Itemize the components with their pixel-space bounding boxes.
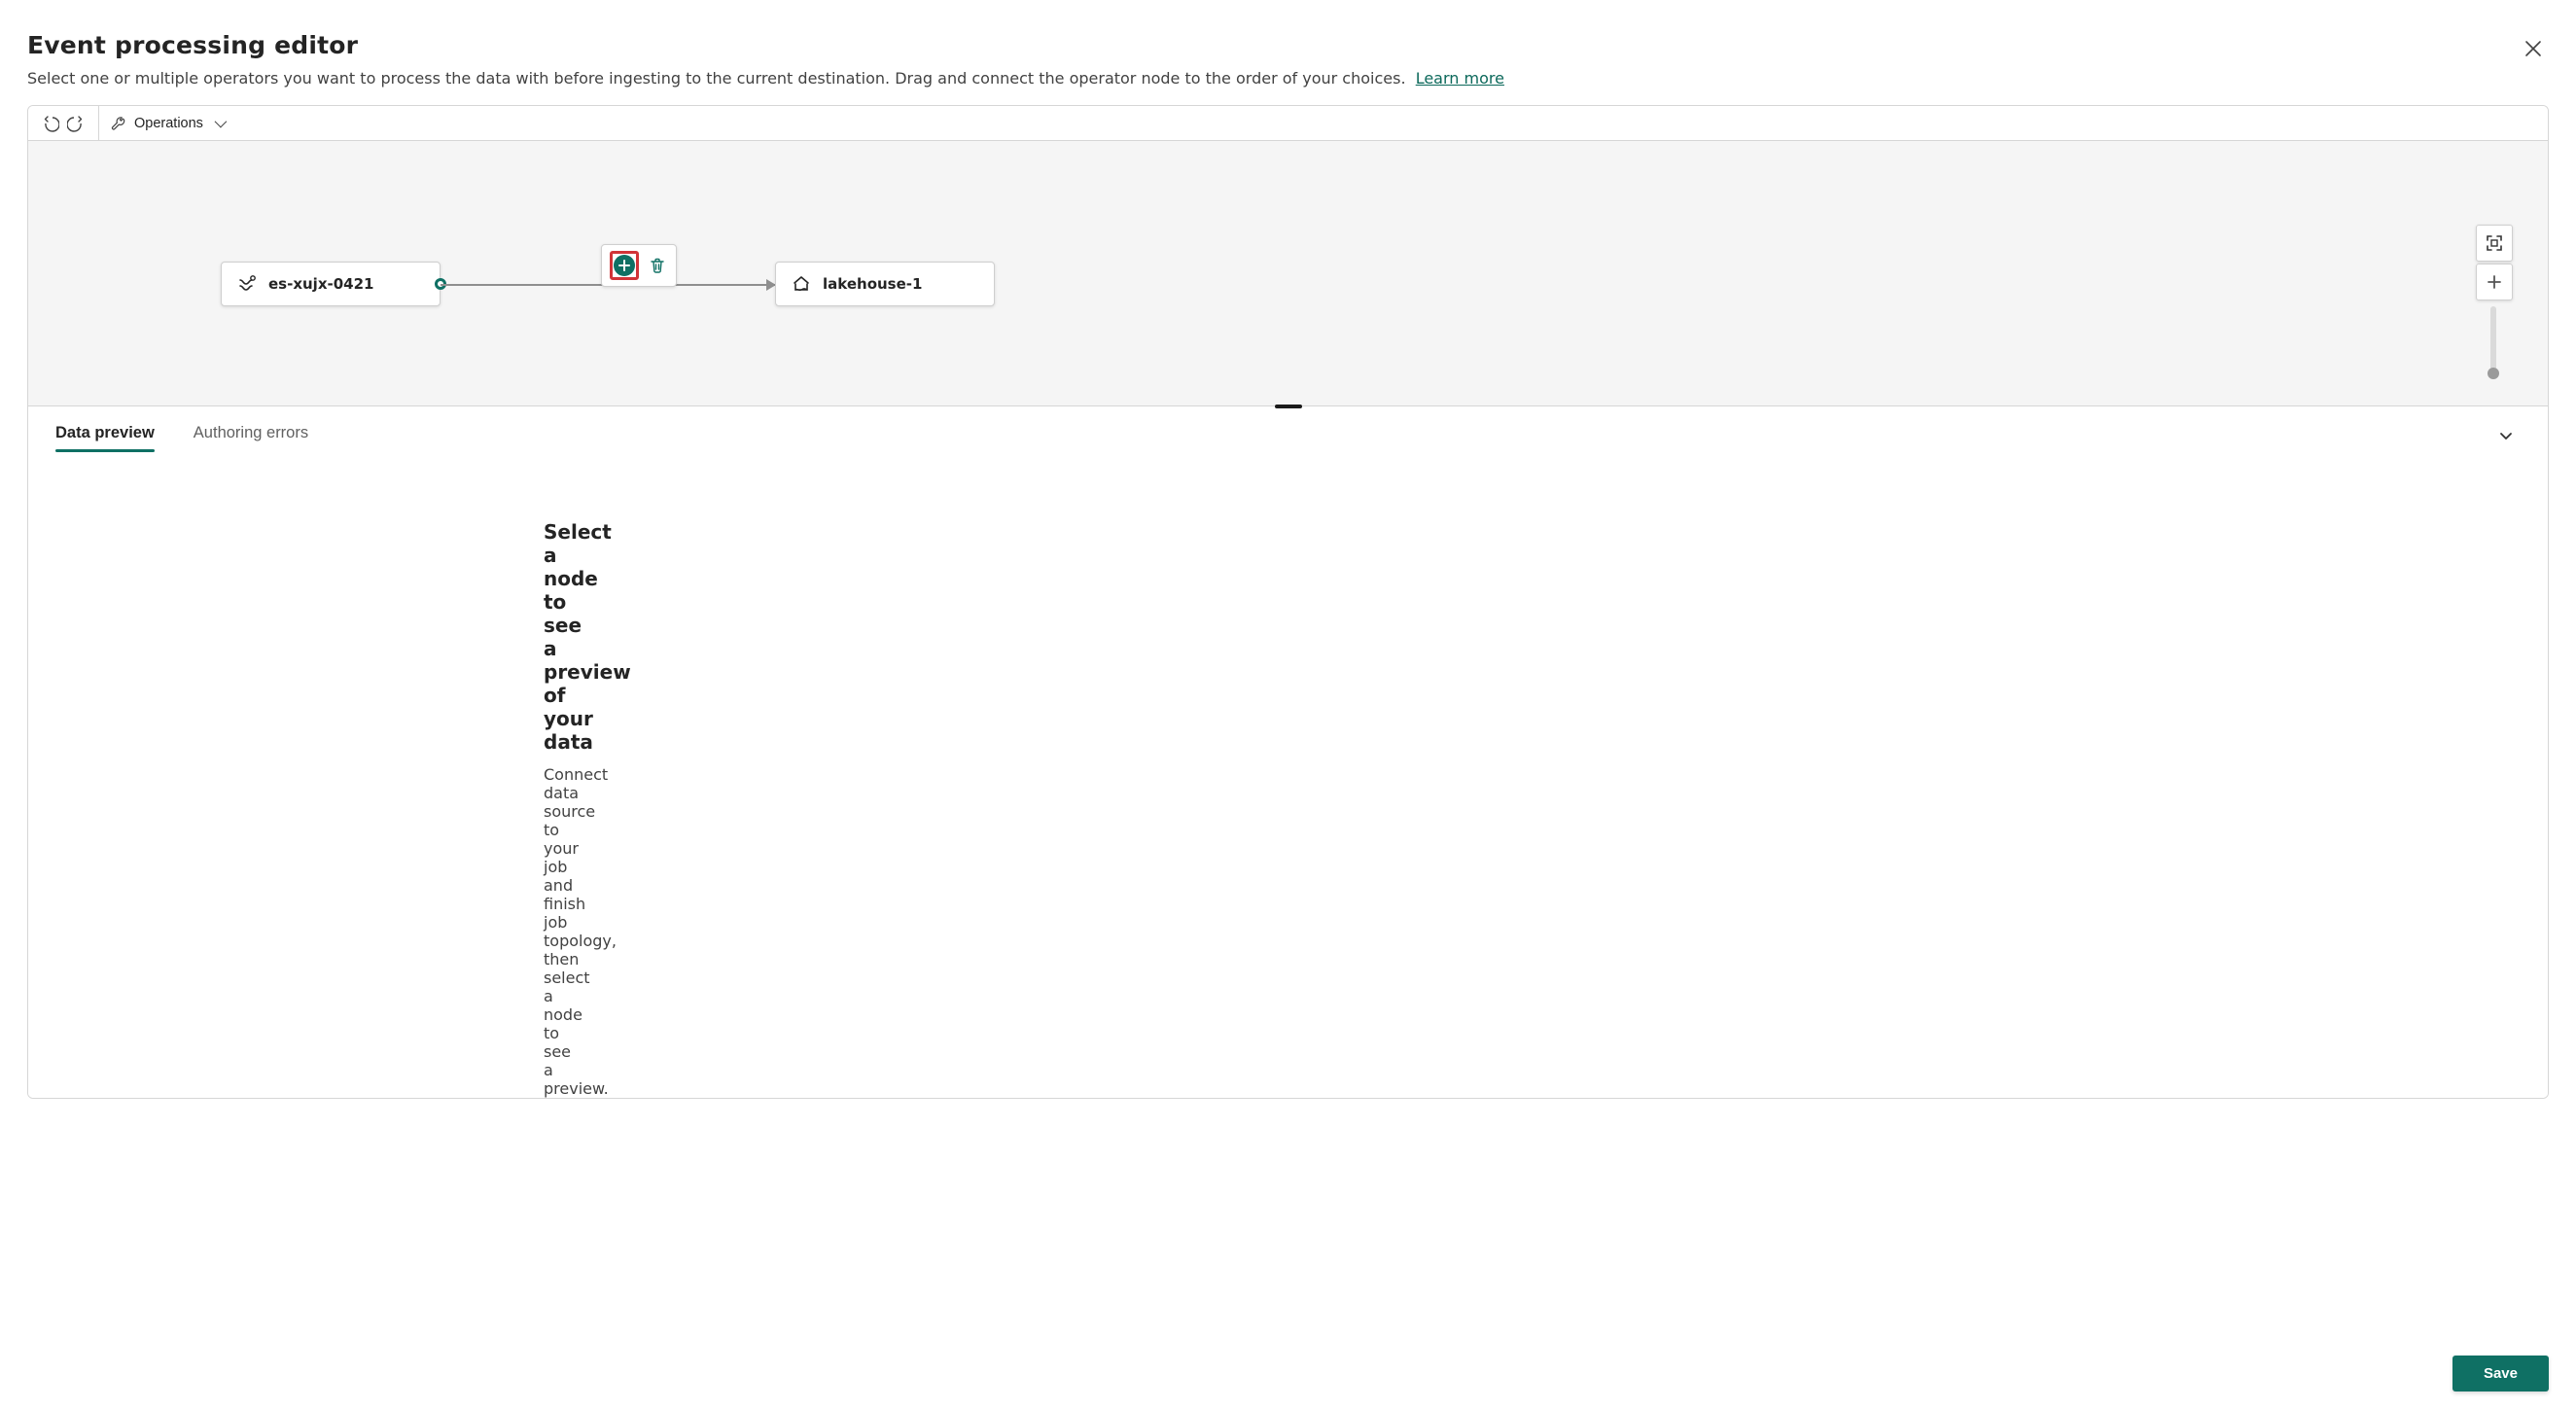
close-button[interactable] — [2518, 33, 2549, 64]
history-group — [28, 106, 99, 140]
learn-more-link[interactable]: Learn more — [1416, 69, 1504, 88]
zoom-slider-thumb[interactable] — [2488, 368, 2499, 379]
bottom-panel: Data preview Authoring errors Select a n… — [28, 405, 2548, 1098]
destination-node[interactable]: lakehouse-1 — [775, 262, 995, 306]
edge-toolbar — [601, 244, 677, 287]
close-icon — [2524, 40, 2542, 57]
tab-list: Data preview Authoring errors — [55, 418, 308, 452]
header: Event processing editor Select one or mu… — [27, 25, 2549, 105]
redo-button[interactable] — [63, 111, 88, 136]
tab-authoring-errors[interactable]: Authoring errors — [194, 418, 308, 452]
plus-icon — [618, 260, 630, 271]
lakehouse-icon — [792, 274, 811, 294]
chevron-down-icon — [211, 116, 224, 131]
page-subtitle: Select one or multiple operators you wan… — [27, 69, 1504, 88]
footer: Save — [2452, 1356, 2549, 1391]
page-title: Event processing editor — [27, 31, 1504, 59]
trash-icon — [649, 257, 666, 274]
save-button[interactable]: Save — [2452, 1356, 2549, 1391]
canvas[interactable]: es-xujx-0421 — [28, 141, 2548, 405]
source-node[interactable]: es-xujx-0421 — [221, 262, 441, 306]
stream-icon — [237, 274, 257, 294]
operations-menu[interactable]: Operations — [99, 106, 235, 140]
zoom-in-button[interactable] — [2476, 264, 2513, 300]
destination-node-label: lakehouse-1 — [823, 275, 922, 293]
panel-resize-handle[interactable] — [1275, 405, 1302, 408]
toolbar: Operations — [28, 106, 2548, 141]
subtitle-text: Select one or multiple operators you wan… — [27, 69, 1406, 88]
tab-data-preview[interactable]: Data preview — [55, 418, 155, 452]
delete-edge-button[interactable] — [647, 255, 668, 276]
zoom-slider[interactable] — [2490, 306, 2496, 376]
chevron-down-icon — [2497, 427, 2515, 444]
editor-root: Event processing editor Select one or mu… — [0, 0, 2576, 1409]
source-node-label: es-xujx-0421 — [268, 275, 373, 293]
fit-view-button[interactable] — [2476, 225, 2513, 262]
undo-icon — [42, 115, 59, 132]
fit-icon — [2485, 233, 2504, 253]
empty-state: Select a node to see a preview of your d… — [28, 520, 544, 1098]
view-controls — [2476, 225, 2513, 300]
add-operator-highlight — [610, 251, 639, 280]
operations-label: Operations — [134, 116, 203, 131]
tabs-row: Data preview Authoring errors — [28, 406, 2548, 452]
wrench-icon — [111, 116, 126, 131]
add-operator-button[interactable] — [614, 255, 635, 276]
workspace: Operations es-xujx-0421 — [27, 105, 2549, 1099]
undo-button[interactable] — [38, 111, 63, 136]
collapse-panel-button[interactable] — [2491, 426, 2521, 445]
redo-icon — [67, 115, 85, 132]
zoom-plus-icon — [2485, 272, 2504, 292]
header-text: Event processing editor Select one or mu… — [27, 25, 1504, 105]
